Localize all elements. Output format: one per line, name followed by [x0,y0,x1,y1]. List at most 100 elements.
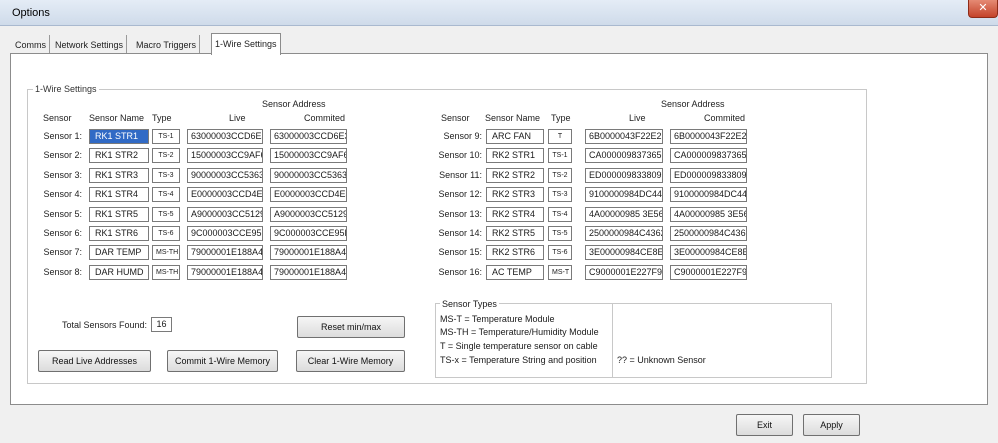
sensor-name-field[interactable]: RK1 STR6 [89,226,149,241]
sensor-name-field[interactable]: RK1 STR2 [89,148,149,163]
live-address-field: 79000001E188A426 [187,245,263,260]
committed-address-field: 2500000984C43628 [670,226,747,241]
live-address-field: 90000003CC536328 [187,168,263,183]
sensor-name-field[interactable]: RK1 STR5 [89,207,149,222]
committed-address-field: 63000003CCD6E328 [270,129,347,144]
sensor-type-field: MS-TH [152,265,180,280]
sensor-type-field: T [548,129,572,144]
apply-button[interactable]: Apply [803,414,860,436]
group-title: 1-Wire Settings [33,84,99,94]
header-type-left: Type [152,113,172,123]
header-sensor-right: Sensor [441,113,470,123]
live-address-field: A9000003CC512928 [187,207,263,222]
sensor-label: Sensor 15: [438,247,482,257]
sensor-name-field[interactable]: RK1 STR4 [89,187,149,202]
sensor-label: Sensor 1: [43,131,82,141]
sensor-type-field: TS-2 [548,168,572,183]
committed-address-field: 9100000984DC4428 [670,187,747,202]
sensor-label: Sensor 11: [439,170,482,180]
committed-address-field: 79000001E188A426 [270,245,347,260]
committed-address-field: 79000001E188A426 [270,265,347,280]
live-address-field: ED00000983380928 [585,168,663,183]
sensor-name-field[interactable]: DAR TEMP [89,245,149,260]
sensor-name-field[interactable]: RK2 STR3 [486,187,544,202]
sensor-type-field: MS-TH [152,245,180,260]
sensor-name-field[interactable]: ARC FAN [486,129,544,144]
committed-address-field: ED00000983380928 [670,168,747,183]
header-sensor-left: Sensor [43,113,72,123]
title-bar: Options ✕ [0,0,998,26]
close-icon[interactable]: ✕ [968,0,998,18]
clear-1-wire-memory-button[interactable]: Clear 1-Wire Memory [296,350,405,372]
sensor-name-field[interactable]: RK2 STR5 [486,226,544,241]
legend-divider [612,303,613,378]
sensor-name-field[interactable]: RK2 STR6 [486,245,544,260]
sensor-type-field: TS-1 [548,148,572,163]
live-address-field: 3E00000984CE8E28 [585,245,663,260]
sensor-label: Sensor 2: [43,150,82,160]
committed-address-field: 9C000003CCE95D28 [270,226,347,241]
sensor-type-field: TS-3 [152,168,180,183]
sensor-name-field[interactable]: RK2 STR4 [486,207,544,222]
header-sensor-address-right: Sensor Address [661,99,725,109]
sensor-name-field[interactable]: RK2 STR2 [486,168,544,183]
sensor-type-field: TS-6 [548,245,572,260]
live-address-field: 63000003CCD6E328 [187,129,263,144]
total-sensors-label: Total Sensors Found: [62,320,148,330]
sensor-type-field: MS-T [548,265,572,280]
sensor-type-field: TS-5 [152,207,180,222]
committed-address-field: A9000003CC512928 [270,207,347,222]
sensor-label: Sensor 4: [43,189,82,199]
sensor-name-field[interactable]: DAR HUMD [89,265,149,280]
sensor-name-field[interactable]: RK2 STR1 [486,148,544,163]
committed-address-field: 4A00000985 3E5628 [670,207,747,222]
sensor-type-field: TS-4 [152,187,180,202]
exit-button[interactable]: Exit [736,414,793,436]
committed-address-field: 3E00000984CE8E28 [670,245,747,260]
tab-comms[interactable]: Comms [12,35,50,54]
tab-network-settings[interactable]: Network Settings [52,35,128,54]
sensor-type-field: TS-2 [152,148,180,163]
read-live-addresses-button[interactable]: Read Live Addresses [38,350,151,372]
committed-address-field: E0000003CCD4E328 [270,187,347,202]
legend-line-ms-t: MS-T = Temperature Module [440,314,555,324]
sensor-name-field[interactable]: AC TEMP [486,265,544,280]
window-title: Options [12,7,50,19]
sensor-type-field: TS-4 [548,207,572,222]
sensor-label: Sensor 13: [438,209,482,219]
committed-address-field: 6B0000043F22E228 [670,129,747,144]
sensor-type-field: TS-1 [152,129,180,144]
header-live-right: Live [629,113,646,123]
reset-min-max-button[interactable]: Reset min/max [297,316,405,338]
live-address-field: 2500000984C43628 [585,226,663,241]
sensor-label: Sensor 5: [43,209,82,219]
tab-macro-triggers[interactable]: Macro Triggers [133,35,201,54]
sensor-label: Sensor 9: [443,131,482,141]
live-address-field: 9C000003CCE95D28 [187,226,263,241]
sensor-label: Sensor 8: [43,267,82,277]
legend-line-unknown: ?? = Unknown Sensor [617,355,706,365]
sensor-name-field[interactable]: RK1 STR3 [89,168,149,183]
sensor-label: Sensor 6: [43,228,82,238]
sensor-label: Sensor 7: [43,247,82,257]
committed-address-field: C9000001E227F926 [670,265,747,280]
live-address-field: 6B0000043F22E228 [585,129,663,144]
sensor-type-field: TS-5 [548,226,572,241]
sensor-type-field: TS-3 [548,187,572,202]
commit-1-wire-memory-button[interactable]: Commit 1-Wire Memory [167,350,278,372]
live-address-field: 15000003CC9AF628 [187,148,263,163]
legend-title: Sensor Types [440,299,499,309]
live-address-field: 4A00000985 3E5628 [585,207,663,222]
header-committed-right: Commited [704,113,746,123]
sensor-name-field[interactable]: RK1 STR1 [89,129,149,144]
total-sensors-value: 16 [151,317,172,332]
sensor-label: Sensor 16: [438,267,482,277]
header-committed-left: Commited [304,113,346,123]
header-sensor-name-right: Sensor Name [485,113,541,123]
legend-line-t: T = Single temperature sensor on cable [440,341,598,351]
committed-address-field: 15000003CC9AF628 [270,148,347,163]
sensor-type-field: TS-6 [152,226,180,241]
legend-line-ms-th: MS-TH = Temperature/Humidity Module [440,327,599,337]
live-address-field: E0000003CCD4E328 [187,187,263,202]
tab-1-wire-settings[interactable]: 1-Wire Settings [211,33,281,55]
